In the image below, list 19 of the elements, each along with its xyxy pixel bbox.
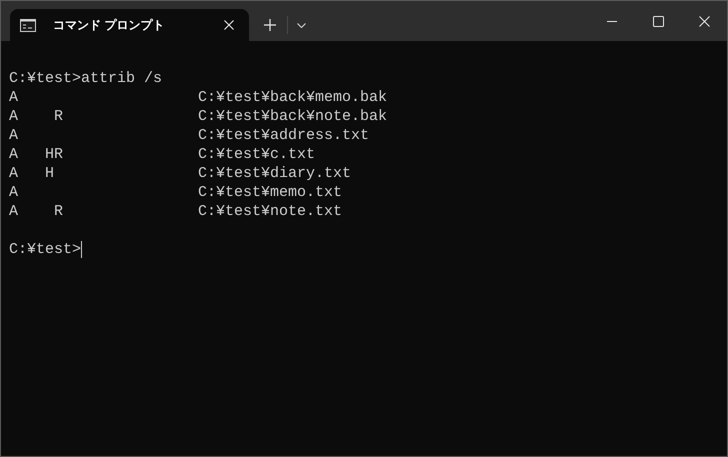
chevron-down-icon xyxy=(296,22,306,28)
output-line: A R C:¥test¥back¥note.bak xyxy=(9,108,388,125)
minimize-icon xyxy=(607,20,617,22)
output-line: A HR C:¥test¥c.txt xyxy=(9,146,316,163)
output-line: A H C:¥test¥diary.txt xyxy=(9,165,352,182)
close-icon xyxy=(224,20,234,30)
terminal-icon xyxy=(20,18,36,32)
plus-icon xyxy=(264,19,276,31)
tab-title: コマンド プロンプト xyxy=(53,17,166,34)
close-icon xyxy=(698,16,710,26)
command-line: C:¥test>attrib /s xyxy=(9,70,162,87)
output-line: A C:¥test¥address.txt xyxy=(9,127,370,144)
output-line: A C:¥test¥back¥memo.bak xyxy=(9,89,388,106)
output-line: A C:¥test¥memo.txt xyxy=(9,184,342,201)
terminal-tab[interactable]: コマンド プロンプト xyxy=(10,9,249,41)
prompt-text: C:¥test> xyxy=(9,240,82,259)
output-line: A R C:¥test¥note.txt xyxy=(9,203,342,220)
maximize-icon xyxy=(652,16,664,26)
text-cursor xyxy=(81,241,82,258)
